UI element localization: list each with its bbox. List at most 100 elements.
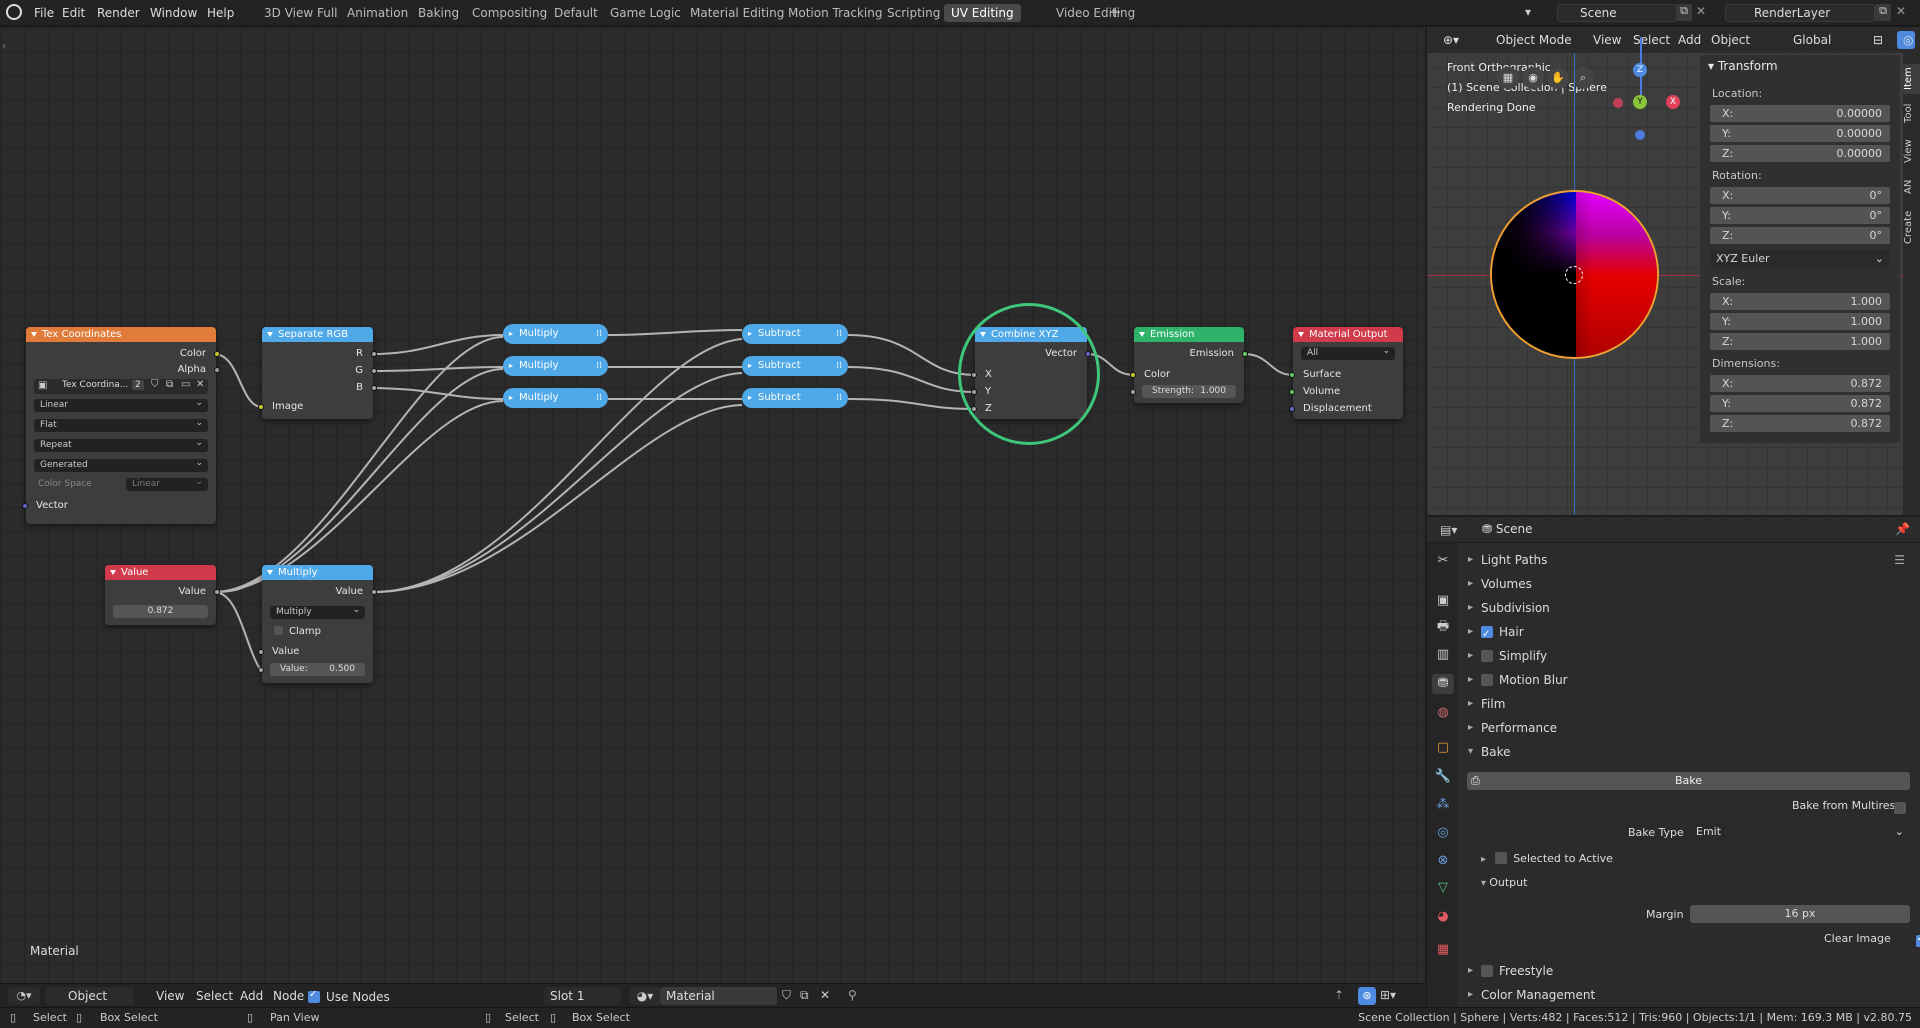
fake-user-shield-icon[interactable]: ⛉ [782,988,791,1003]
socket-vector-in[interactable] [22,503,28,509]
node-material-output[interactable]: Material Output All Surface Volume Displ… [1289,327,1403,419]
snap-icon[interactable]: ⊟ [1867,31,1893,49]
editor-type-icon[interactable]: ▤▾ [1440,523,1457,537]
scale-z-field[interactable]: Z: 1.000 [1710,333,1890,350]
hair-checkbox[interactable] [1481,624,1493,646]
scale-y-field[interactable]: Y: 1.000 [1710,313,1890,330]
tab-motion-tracking[interactable]: Motion Tracking [781,4,889,22]
gizmo-toggle-icon[interactable]: ◎ [1897,31,1915,49]
camera-view-icon[interactable]: ◉ [1522,67,1544,89]
location-y-field[interactable]: Y: 0.00000 [1710,125,1890,142]
rotation-z-field[interactable]: Z: 0° [1710,227,1890,244]
unlink-icon[interactable]: ✕ [196,379,204,390]
mode-dropdown[interactable]: Object Mode [1474,31,1581,49]
socket-value-in-1[interactable] [258,649,264,655]
object-tab-icon[interactable]: ▢ [1432,738,1454,758]
selected-to-active-checkbox[interactable] [1495,852,1508,864]
list-icon[interactable]: ☰ [1894,549,1905,571]
zoom-icon[interactable]: ⌕ [1572,67,1594,89]
texture-tab-icon[interactable]: ▦ [1432,940,1454,960]
socket-r-out[interactable] [371,351,377,357]
particles-tab-icon[interactable]: ⁂ [1432,795,1454,815]
world-tab-icon[interactable]: ◍ [1432,703,1454,723]
rotation-x-field[interactable]: X: 0° [1710,187,1890,204]
socket-color-out[interactable] [214,351,220,357]
menu-view[interactable]: View [1587,31,1627,49]
socket-color-in[interactable] [1130,372,1136,378]
tab-3d-view-full[interactable]: 3D View Full [257,4,345,22]
gizmo-neg-z[interactable] [1635,130,1645,140]
interpolation-dropdown[interactable]: Linear [34,397,208,412]
strength-field[interactable]: Strength: 1.000 [1142,385,1236,398]
node-subtract-collapsed-3[interactable]: Subtract ⁞⁞ [742,388,848,408]
section-light-paths[interactable]: Light Paths ☰ [1465,549,1915,571]
image-users-count[interactable]: 2 [132,380,144,390]
rotation-y-field[interactable]: Y: 0° [1710,207,1890,224]
tab-game-logic[interactable]: Game Logic [603,4,688,22]
close-view-layer-icon[interactable]: ✕ [1896,4,1906,18]
gizmo-z-axis-label[interactable]: Z [1633,63,1647,77]
node-math-multiply[interactable]: Multiply Value Multiply Clamp Value Valu… [258,565,377,683]
menu-help[interactable]: Help [201,4,240,22]
node-header[interactable]: Tex Coordinates [26,327,216,342]
tab-compositing[interactable]: Compositing [465,4,554,22]
render-tab-icon[interactable]: ▣ [1432,591,1454,611]
output-subpanel[interactable]: ▾ Output [1481,876,1527,889]
tab-item[interactable]: Item [1903,64,1920,94]
value-field[interactable]: 0.872 [113,605,208,618]
menu-add[interactable]: Add [1672,31,1707,49]
tab-material-editing[interactable]: Material Editing [683,4,791,22]
gizmo-neg-x[interactable] [1613,98,1623,108]
rotation-mode-dropdown[interactable]: XYZ Euler ⌄ [1710,250,1890,267]
clamp-checkbox[interactable]: Clamp [274,625,321,637]
tab-uv-editing[interactable]: UV Editing [944,4,1021,22]
orientation-dropdown[interactable]: Global [1771,31,1861,49]
material-name-field[interactable]: Material [660,987,777,1005]
projection-dropdown[interactable]: Flat [34,417,208,432]
3d-cursor-icon[interactable] [1565,266,1583,284]
node-value[interactable]: Value Value 0.872 [105,565,220,625]
fake-user-shield-icon[interactable]: ⛉ [151,379,159,390]
node-emission[interactable]: Emission Emission Color Strength: 1.000 [1130,327,1248,403]
motion-blur-checkbox[interactable] [1481,673,1493,686]
menu-select[interactable]: Select [190,987,239,1005]
location-x-field[interactable]: X: 0.00000 [1710,105,1890,122]
menu-object[interactable]: Object [1705,31,1756,49]
dimensions-z-field[interactable]: Z: 0.872 [1710,415,1890,432]
tab-tool[interactable]: Tool [1903,98,1920,128]
scene-tab-icon[interactable]: ⛃ [1432,674,1454,694]
node-multiply-collapsed-3[interactable]: Multiply ⁞⁞ [503,388,608,408]
menu-node[interactable]: Node [267,987,310,1005]
tab-baking[interactable]: Baking [411,4,466,22]
duplicate-material-icon[interactable]: ⧉ [800,988,809,1003]
section-motion-blur[interactable]: Motion Blur [1465,669,1915,691]
socket-value-out[interactable] [214,589,220,595]
bake-from-multires-checkbox[interactable] [1894,802,1906,814]
bake-button[interactable]: ⎙ Bake [1467,772,1910,790]
scale-x-field[interactable]: X: 1.000 [1710,293,1890,310]
node-separate-rgb[interactable]: Separate RGB R G B Image [258,327,377,419]
node-multiply-collapsed-1[interactable]: Multiply ⁞⁞ [503,324,608,344]
section-simplify[interactable]: Simplify [1465,645,1915,667]
menu-add[interactable]: Add [234,987,269,1005]
tab-an[interactable]: AN [1903,176,1920,198]
view-layer-selector[interactable]: RenderLayer [1725,4,1875,22]
section-color-management[interactable]: Color Management [1465,984,1915,1006]
node-header[interactable]: Value [105,565,216,580]
material-browse-icon[interactable]: ◕▾ [630,987,660,1005]
constraints-tab-icon[interactable]: ⊗ [1432,851,1454,871]
extension-dropdown[interactable]: Repeat [34,437,208,452]
slot-dropdown[interactable]: Slot 1 [544,987,621,1005]
checkbox[interactable] [274,625,283,635]
selected-to-active-subpanel[interactable]: ▸ Selected to Active [1481,852,1613,865]
margin-field[interactable]: 16 px [1690,905,1910,923]
location-z-field[interactable]: Z: 0.00000 [1710,145,1890,162]
node-subtract-collapsed-2[interactable]: Subtract ⁞⁞ [742,356,848,376]
section-hair[interactable]: Hair [1465,621,1915,646]
section-film[interactable]: Film [1465,693,1915,715]
add-workspace-icon[interactable]: + [1102,3,1129,21]
tab-create[interactable]: Create [1903,206,1920,248]
scene-selector[interactable]: Scene [1557,4,1677,22]
section-subdivision[interactable]: Subdivision [1465,597,1915,619]
snap-toggle-icon[interactable]: ⊛ [1358,987,1376,1005]
